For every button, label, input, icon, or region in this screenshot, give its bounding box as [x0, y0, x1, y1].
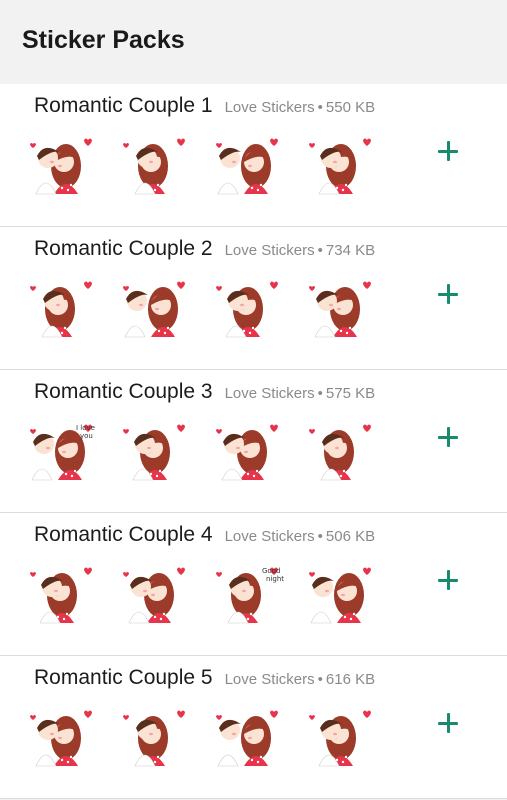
svg-text:Good: Good	[262, 567, 280, 575]
pack-header: Romantic Couple 2 Love Stickers • 734 KB	[34, 237, 375, 261]
add-pack-button[interactable]	[433, 422, 463, 452]
meta-separator: •	[317, 99, 323, 116]
sticker-preview-row	[22, 275, 377, 345]
pack-name: Romantic Couple 5	[34, 666, 213, 689]
couple-sticker-icon	[115, 561, 191, 631]
meta-separator: •	[317, 671, 323, 688]
couple-sticker-icon	[208, 275, 284, 345]
sticker-preview-row	[22, 132, 377, 202]
pack-meta: Love Stickers • 506 KB	[225, 528, 376, 545]
couple-sticker-icon	[115, 275, 191, 345]
couple-sticker-icon	[301, 561, 377, 631]
pack-header: Romantic Couple 1 Love Stickers • 550 KB	[34, 94, 375, 118]
pack-name: Romantic Couple 1	[34, 94, 213, 117]
sticker-preview-row: Good night	[22, 561, 377, 631]
sticker-pack-row[interactable]: Romantic Couple 3 Love Stickers • 575 KB I l…	[0, 370, 507, 513]
couple-sticker-icon	[115, 132, 191, 202]
add-pack-button[interactable]	[433, 136, 463, 166]
couple-sticker-icon	[22, 132, 98, 202]
pack-name: Romantic Couple 2	[34, 237, 213, 260]
pack-publisher: Love Stickers	[224, 528, 315, 545]
sticker-preview-row	[22, 704, 377, 774]
pack-size: 734 KB	[325, 242, 376, 259]
couple-sticker-icon	[301, 418, 377, 488]
sticker-pack-list: Romantic Couple 1 Love Stickers • 550 KB Rom…	[0, 84, 507, 799]
couple-sticker-icon	[115, 418, 191, 488]
pack-meta: Love Stickers • 550 KB	[225, 99, 376, 116]
sticker-pack-row[interactable]: Romantic Couple 4 Love Stickers • 506 KB Goo…	[0, 513, 507, 656]
sticker-pack-row[interactable]: Romantic Couple 5 Love Stickers • 616 KB	[0, 656, 507, 799]
pack-size: 506 KB	[325, 528, 376, 545]
svg-text:you: you	[80, 432, 93, 440]
couple-sticker-icon	[301, 275, 377, 345]
couple-sticker-icon	[208, 704, 284, 774]
meta-separator: •	[317, 242, 323, 259]
pack-header: Romantic Couple 3 Love Stickers • 575 KB	[34, 380, 375, 404]
pack-header: Romantic Couple 4 Love Stickers • 506 KB	[34, 523, 375, 547]
pack-name: Romantic Couple 3	[34, 380, 213, 403]
pack-publisher: Love Stickers	[224, 671, 315, 688]
svg-text:I love: I love	[76, 424, 95, 432]
pack-meta: Love Stickers • 575 KB	[225, 385, 376, 402]
pack-meta: Love Stickers • 734 KB	[225, 242, 376, 259]
app-bar: Sticker Packs	[0, 0, 507, 84]
pack-publisher: Love Stickers	[224, 242, 315, 259]
add-pack-button[interactable]	[433, 565, 463, 595]
pack-size: 616 KB	[325, 671, 376, 688]
sticker-pack-row[interactable]: Romantic Couple 1 Love Stickers • 550 KB	[0, 84, 507, 227]
pack-publisher: Love Stickers	[224, 385, 315, 402]
sticker-preview-row: I love you	[22, 418, 377, 488]
pack-size: 550 KB	[325, 99, 376, 116]
page-title: Sticker Packs	[22, 25, 185, 54]
pack-name: Romantic Couple 4	[34, 523, 213, 546]
add-pack-button[interactable]	[433, 279, 463, 309]
meta-separator: •	[317, 385, 323, 402]
pack-publisher: Love Stickers	[224, 99, 315, 116]
pack-meta: Love Stickers • 616 KB	[225, 671, 376, 688]
couple-sticker-icon	[208, 418, 284, 488]
meta-separator: •	[317, 528, 323, 545]
couple-sticker-icon	[115, 704, 191, 774]
couple-sticker-icon	[301, 704, 377, 774]
pack-header: Romantic Couple 5 Love Stickers • 616 KB	[34, 666, 375, 690]
couple-sticker-icon	[22, 275, 98, 345]
couple-sticker-icon	[301, 132, 377, 202]
pack-size: 575 KB	[325, 385, 376, 402]
couple-sticker-icon: I love you	[22, 418, 98, 488]
couple-sticker-icon: Good night	[208, 561, 284, 631]
add-pack-button[interactable]	[433, 708, 463, 738]
sticker-pack-row[interactable]: Romantic Couple 2 Love Stickers • 734 KB	[0, 227, 507, 370]
couple-sticker-icon	[22, 704, 98, 774]
couple-sticker-icon	[208, 132, 284, 202]
svg-text:night: night	[266, 575, 284, 583]
couple-sticker-icon	[22, 561, 98, 631]
